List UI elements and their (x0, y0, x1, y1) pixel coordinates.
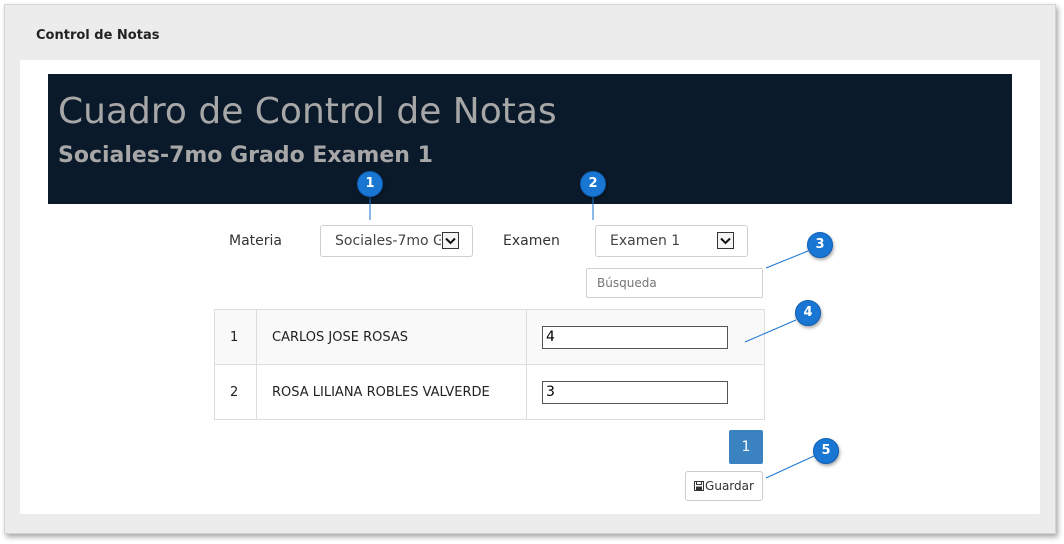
search-input[interactable] (597, 269, 752, 297)
grade-input[interactable] (542, 325, 728, 349)
floppy-disk-icon (694, 481, 705, 491)
row-number: 2 (214, 364, 257, 420)
table-row: 2 ROSA LILIANA ROBLES VALVERDE (214, 364, 765, 420)
examen-select-value: Examen 1 (610, 233, 681, 249)
grade-input[interactable] (542, 380, 728, 404)
chevron-down-icon (717, 232, 734, 249)
grades-table: 1 CARLOS JOSE ROSAS 2 ROSA LILIANA ROBLE… (214, 309, 765, 420)
grade-cell (526, 364, 765, 420)
callout-badge-5: 5 (813, 438, 839, 464)
materia-select-value: Sociales-7mo Grado (335, 233, 441, 249)
save-button[interactable]: Guardar (685, 471, 763, 501)
examen-label: Examen (503, 233, 560, 249)
save-button-label: Guardar (705, 479, 754, 493)
grade-cell (526, 309, 765, 365)
table-row: 1 CARLOS JOSE ROSAS (214, 309, 765, 365)
examen-select[interactable]: Examen 1 (595, 225, 748, 257)
row-number: 1 (214, 309, 257, 365)
student-name: ROSA LILIANA ROBLES VALVERDE (256, 364, 527, 420)
callout-badge-2: 2 (580, 171, 606, 197)
callout-badge-1: 1 (357, 171, 383, 197)
callout-badge-3: 3 (807, 232, 833, 258)
materia-label: Materia (229, 233, 282, 249)
page-subtitle: Sociales-7mo Grado Examen 1 (58, 143, 433, 168)
callout-badge-4: 4 (795, 300, 821, 326)
student-name: CARLOS JOSE ROSAS (256, 309, 527, 365)
chevron-down-icon (442, 232, 459, 249)
materia-select[interactable]: Sociales-7mo Grado (320, 225, 473, 257)
pagination-page-button[interactable]: 1 (729, 430, 763, 464)
page-title: Cuadro de Control de Notas (58, 91, 557, 132)
window-title: Control de Notas (36, 28, 160, 43)
search-field[interactable] (586, 268, 763, 298)
